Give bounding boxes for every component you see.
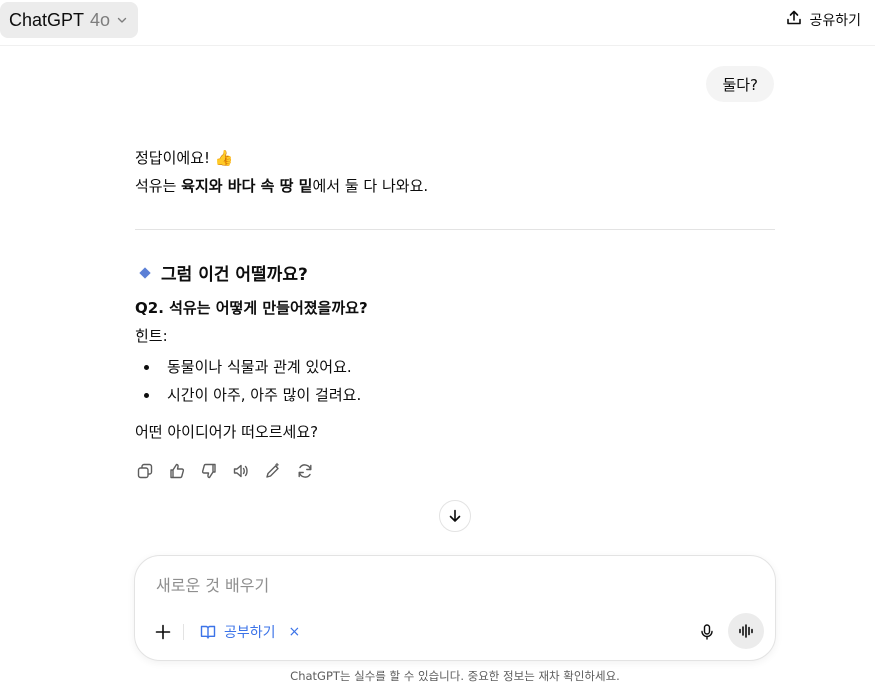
model-version: 4o (90, 9, 111, 30)
thumbs-up-emoji: 👍 (214, 149, 234, 167)
section-heading-row: 그럼 이건 어떨까요? (139, 260, 308, 285)
thumbs-down-icon (201, 463, 216, 479)
user-message-bubble: 둘다? (706, 66, 774, 102)
arrow-down-icon (449, 509, 461, 522)
copy-button[interactable] (133, 459, 157, 483)
thumbs-up-icon (170, 463, 185, 479)
answer-text: 정답이에요! (135, 149, 211, 167)
share-button[interactable]: 공유하기 (785, 9, 861, 31)
book-icon (200, 625, 216, 639)
hint-list: 동물이나 식물과 관계 있어요. 시간이 아주, 아주 많이 걸려요. (135, 356, 361, 412)
message-actions (133, 459, 317, 483)
list-item: 시간이 아주, 아주 많이 걸려요. (135, 384, 361, 406)
remove-tool-button[interactable]: × (289, 624, 301, 640)
closing-question: 어떤 아이디어가 떠오르세요? (135, 423, 319, 441)
refresh-icon (298, 464, 312, 478)
scroll-to-bottom-button[interactable] (439, 500, 471, 532)
study-tool-label: 공부하기 (224, 625, 276, 641)
share-label: 공유하기 (809, 13, 861, 29)
plus-icon (155, 624, 171, 640)
composer: 공부하기 × (134, 555, 776, 661)
answer-line-2-pre: 석유는 (135, 177, 182, 195)
composer-separator (183, 624, 184, 640)
thumbs-down-button[interactable] (197, 459, 221, 483)
user-message-text: 둘다? (722, 75, 758, 94)
waveform-icon (739, 624, 753, 638)
model-selector-button[interactable]: ChatGPT 4o (0, 2, 139, 38)
edit-canvas-button[interactable] (261, 459, 285, 483)
speaker-icon (233, 464, 248, 478)
share-icon (785, 9, 803, 31)
disclaimer: ChatGPT는 실수를 할 수 있습니다. 중요한 정보는 재차 확인하세요. (290, 669, 620, 683)
section-heading: 그럼 이건 어떨까요? (161, 264, 308, 285)
divider (135, 229, 775, 230)
add-attachment-button[interactable] (152, 621, 174, 643)
list-item: 동물이나 식물과 관계 있어요. (135, 356, 361, 378)
thumbs-up-button[interactable] (165, 459, 189, 483)
microphone-icon (701, 624, 713, 640)
chevron-down-icon (116, 11, 128, 30)
answer-line-2: 석유는 육지와 바다 속 땅 밑에서 둘 다 나와요. (135, 175, 428, 197)
answer-line-2-bold: 육지와 바다 속 땅 밑 (181, 177, 313, 195)
question-text: Q2. 석유는 어떻게 만들어졌을까요? (135, 299, 368, 317)
dictate-button[interactable] (695, 620, 719, 644)
answer-line-2-post: 에서 둘 다 나와요. (312, 177, 429, 195)
top-bar: ChatGPT 4o 공유하기 (0, 0, 875, 46)
voice-mode-button[interactable] (728, 613, 764, 649)
copy-icon (137, 463, 153, 479)
study-tool-chip[interactable]: 공부하기 × (199, 620, 300, 644)
read-aloud-button[interactable] (229, 459, 253, 483)
message-input[interactable] (156, 573, 716, 597)
model-name: ChatGPT (9, 9, 85, 30)
diamond-icon (139, 266, 151, 279)
regenerate-button[interactable] (293, 459, 317, 483)
hint-label: 힌트: (135, 327, 168, 345)
answer-line-1: 정답이에요! 👍 (135, 147, 233, 169)
pen-sparkle-icon (266, 462, 279, 478)
